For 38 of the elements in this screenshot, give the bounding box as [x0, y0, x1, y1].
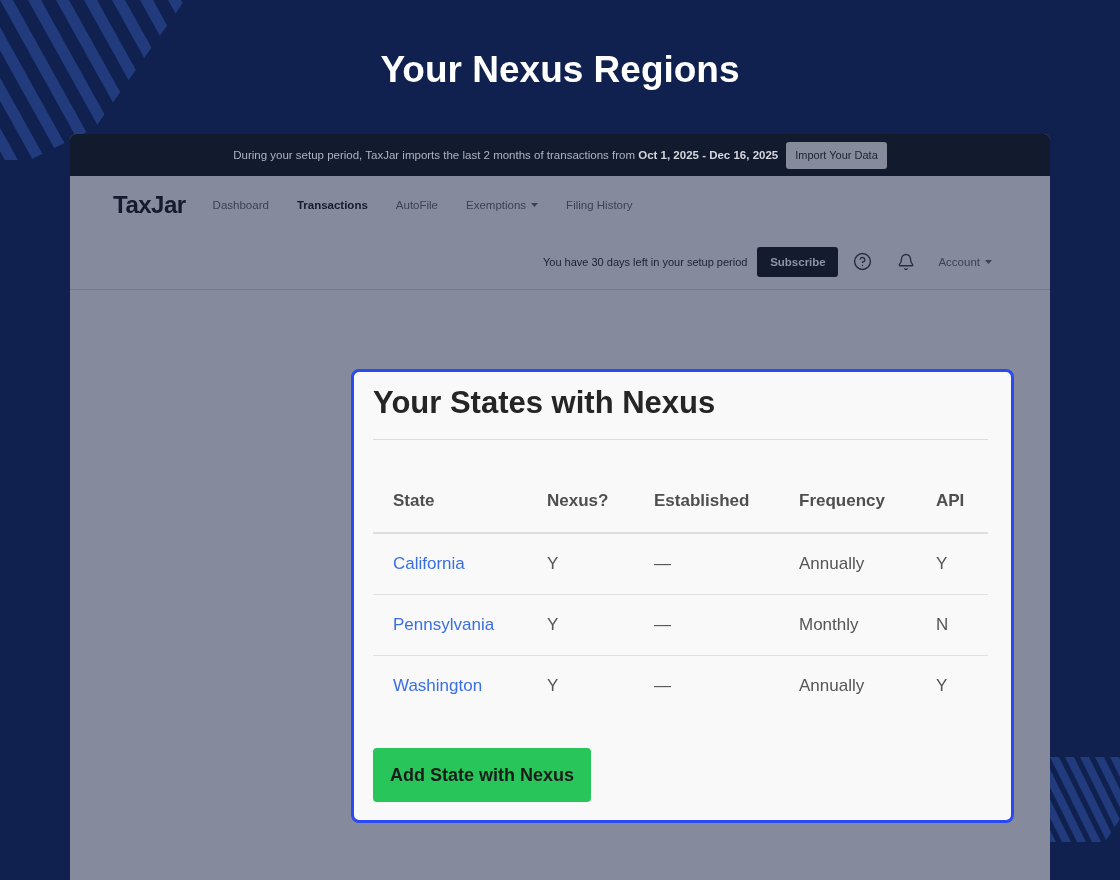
- column-header: Frequency: [779, 470, 916, 533]
- nav-link[interactable]: Dashboard: [212, 199, 269, 211]
- table-cell: —: [634, 533, 779, 595]
- column-header: Established: [634, 470, 779, 533]
- state-link[interactable]: Pennsylvania: [393, 615, 495, 634]
- page-heading: Your Nexus Regions: [380, 48, 740, 92]
- table-cell: —: [634, 594, 779, 656]
- table-cell: Y: [527, 655, 634, 716]
- column-header: API: [916, 470, 988, 533]
- table-cell: Monthly: [779, 594, 916, 656]
- table-cell: Y: [916, 655, 988, 716]
- logo[interactable]: TaxJar: [113, 191, 186, 219]
- column-header: State: [373, 470, 527, 533]
- table-cell: Annually: [779, 533, 916, 595]
- table-cell: Y: [527, 533, 634, 595]
- table-cell: Annually: [779, 655, 916, 716]
- subscribe-button[interactable]: Subscribe: [757, 246, 839, 277]
- card-title: Your States with Nexus: [373, 384, 717, 421]
- state-link[interactable]: Washington: [393, 676, 483, 695]
- nav-link[interactable]: Exemptions: [466, 199, 539, 211]
- table-cell: N: [916, 594, 988, 656]
- nav-link[interactable]: Filing History: [566, 199, 633, 211]
- table-cell: —: [634, 655, 779, 716]
- nav-link[interactable]: Transactions: [296, 199, 368, 211]
- add-state-button[interactable]: Add State with Nexus: [373, 748, 592, 802]
- table-cell: Y: [527, 594, 634, 656]
- caret-icon: [531, 203, 539, 207]
- caret-icon: [985, 259, 992, 264]
- nav-link[interactable]: AutoFile: [395, 199, 438, 211]
- state-link[interactable]: California: [393, 554, 465, 573]
- account-menu[interactable]: Account: [938, 255, 992, 268]
- import-data-button[interactable]: Import Your Data: [786, 141, 887, 169]
- help-icon[interactable]: [853, 252, 873, 271]
- banner-message: During your setup period, TaxJar imports the last 2 months of transactions from Oct 1, 2025 - Dec 16, 2025: [233, 149, 779, 161]
- column-header: Nexus?: [527, 470, 634, 533]
- setup-period-notice: You have 30 days left in your setup period: [542, 255, 748, 268]
- bell-icon[interactable]: [897, 252, 916, 271]
- table-cell: Y: [916, 533, 988, 595]
